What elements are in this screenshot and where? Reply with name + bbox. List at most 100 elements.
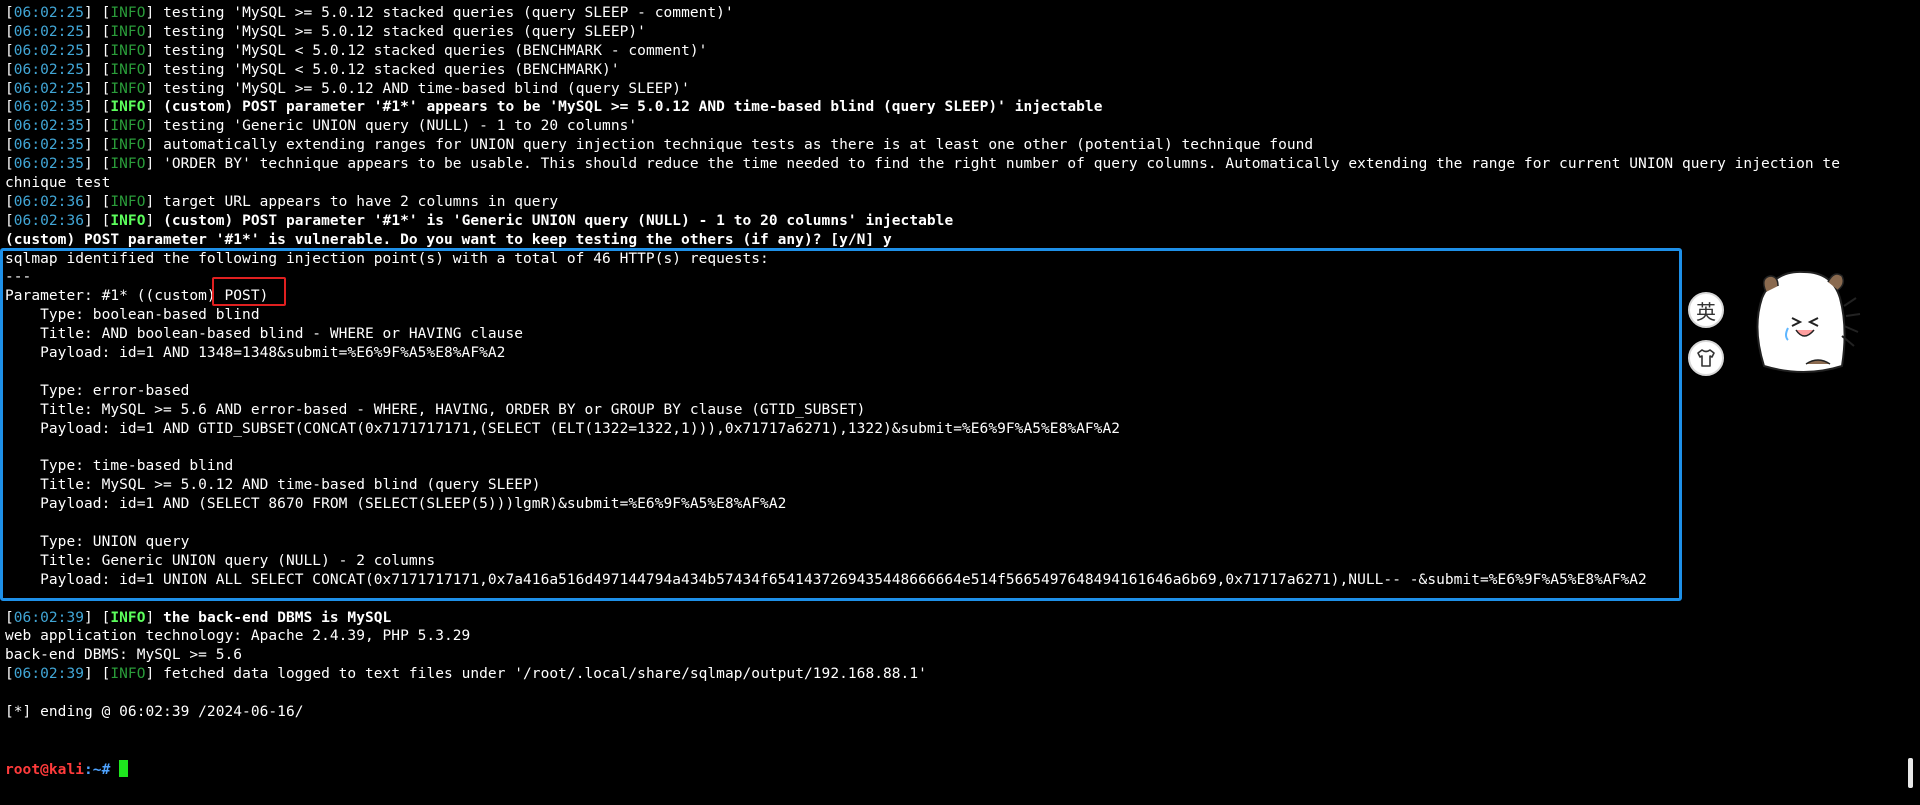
- log-timestamp: 06:02:36: [13, 193, 85, 210]
- terminal-line: sqlmap identified the following injectio…: [5, 250, 1895, 269]
- log-timestamp: 06:02:39: [13, 609, 85, 626]
- output-text: Payload: id=1 AND GTID_SUBSET(CONCAT(0x7…: [5, 420, 1121, 437]
- tshirt-icon: [1697, 349, 1715, 367]
- output-text: Title: MySQL >= 5.0.12 AND time-based bl…: [5, 477, 541, 494]
- terminal-line: [06:02:25] [INFO] testing 'MySQL < 5.0.1…: [5, 61, 620, 78]
- terminal-line: [06:02:36] [INFO] (custom) POST paramete…: [5, 212, 954, 229]
- log-message: testing 'MySQL < 5.0.12 stacked queries …: [163, 42, 708, 59]
- terminal-line: Type: error-based: [5, 382, 1895, 401]
- output-text: Payload: id=1 AND (SELECT 8670 FROM (SEL…: [5, 496, 787, 513]
- terminal-line: [06:02:35] [INFO] (custom) POST paramete…: [5, 99, 1103, 116]
- log-message: testing 'MySQL < 5.0.12 stacked queries …: [163, 61, 620, 78]
- log-message: testing 'MySQL >= 5.0.12 stacked queries…: [163, 5, 734, 21]
- terminal-line: web application technology: Apache 2.4.3…: [5, 627, 1895, 646]
- log-message: testing 'MySQL >= 5.0.12 AND time-based …: [163, 80, 690, 97]
- output-text: ---: [5, 269, 32, 286]
- output-text: back-end DBMS: MySQL >= 5.6: [5, 647, 243, 664]
- theme-button[interactable]: [1688, 340, 1724, 376]
- terminal-window[interactable]: [06:02:25] [INFO] testing 'MySQL >= 5.0.…: [0, 0, 1920, 805]
- terminal-line: Payload: id=1 AND 1348=1348&submit=%E6%9…: [5, 344, 1895, 363]
- terminal-line: ---: [5, 268, 1895, 287]
- log-message: target URL appears to have 2 columns in …: [163, 193, 559, 210]
- terminal-line: [06:02:39] [INFO] fetched data logged to…: [5, 666, 927, 683]
- output-text: Title: AND boolean-based blind - WHERE o…: [5, 326, 524, 343]
- terminal-line: [06:02:35] [INFO] automatically extendin…: [5, 137, 1314, 154]
- log-timestamp: 06:02:39: [13, 666, 85, 683]
- terminal-line: Type: UNION query: [5, 533, 1895, 552]
- terminal-line: [06:02:35] [INFO] 'ORDER BY' technique a…: [5, 156, 1840, 173]
- terminal-line: [06:02:25] [INFO] testing 'MySQL < 5.0.1…: [5, 42, 708, 59]
- log-timestamp: 06:02:25: [13, 5, 85, 21]
- terminal-line: ---: [5, 590, 1895, 609]
- output-text: sqlmap identified the following injectio…: [5, 250, 769, 267]
- log-timestamp: 06:02:25: [13, 23, 85, 40]
- output-text: (custom) POST parameter '#1*' is vulnera…: [5, 231, 892, 248]
- log-timestamp: 06:02:35: [13, 137, 85, 154]
- log-level: INFO: [110, 61, 146, 78]
- log-level: INFO: [110, 156, 146, 173]
- output-text: ---: [5, 590, 32, 607]
- shell-prompt-line: root@kali:~#: [5, 759, 1895, 779]
- log-message: 'ORDER BY' technique appears to be usabl…: [163, 156, 1840, 173]
- log-level: INFO: [110, 5, 146, 21]
- output-text: Payload: id=1 UNION ALL SELECT CONCAT(0x…: [5, 571, 1647, 588]
- output-text: Payload: id=1 AND 1348=1348&submit=%E6%9…: [5, 345, 506, 362]
- log-message: testing 'Generic UNION query (NULL) - 1 …: [163, 118, 638, 135]
- terminal-line: [06:02:25] [INFO] testing 'MySQL >= 5.0.…: [5, 80, 690, 97]
- output-text: Type: time-based blind: [5, 458, 234, 475]
- terminal-line: [06:02:25] [INFO] testing 'MySQL >= 5.0.…: [5, 23, 646, 40]
- output-text: web application technology: Apache 2.4.3…: [5, 628, 471, 645]
- log-message: (custom) POST parameter '#1*' appears to…: [163, 99, 1103, 116]
- terminal-line: [06:02:25] [INFO] testing 'MySQL >= 5.0.…: [5, 5, 734, 21]
- output-text: chnique test: [5, 175, 111, 192]
- log-timestamp: 06:02:35: [13, 99, 85, 116]
- terminal-line: [06:02:36] [INFO] target URL appears to …: [5, 193, 559, 210]
- log-message: (custom) POST parameter '#1*' is 'Generi…: [163, 212, 954, 229]
- log-level: INFO: [110, 212, 146, 229]
- terminal-line: Title: MySQL >= 5.0.12 AND time-based bl…: [5, 476, 1895, 495]
- log-level: INFO: [110, 118, 146, 135]
- terminal-line: [06:02:39] [INFO] the back-end DBMS is M…: [5, 609, 392, 626]
- log-level: INFO: [110, 42, 146, 59]
- terminal-output: [06:02:25] [INFO] testing 'MySQL >= 5.0.…: [5, 4, 1895, 779]
- log-timestamp: 06:02:25: [13, 61, 85, 78]
- terminal-line: Title: AND boolean-based blind - WHERE o…: [5, 325, 1895, 344]
- output-text: [*] ending @ 06:02:39 /2024-06-16/: [5, 703, 304, 720]
- log-timestamp: 06:02:36: [13, 212, 85, 229]
- output-text: Title: Generic UNION query (NULL) - 2 co…: [5, 552, 436, 569]
- log-level: INFO: [110, 23, 146, 40]
- log-level: INFO: [110, 609, 146, 626]
- log-timestamp: 06:02:35: [13, 156, 85, 173]
- log-level: INFO: [110, 193, 146, 210]
- log-timestamp: 06:02:35: [13, 118, 85, 135]
- terminal-line: back-end DBMS: MySQL >= 5.6: [5, 646, 1895, 665]
- log-level: INFO: [110, 99, 146, 116]
- log-message: testing 'MySQL >= 5.0.12 stacked queries…: [163, 23, 646, 40]
- language-toggle-button[interactable]: 英: [1688, 292, 1724, 328]
- terminal-line: Type: time-based blind: [5, 457, 1895, 476]
- terminal-line: Title: MySQL >= 5.6 AND error-based - WH…: [5, 401, 1895, 420]
- log-level: INFO: [110, 80, 146, 97]
- output-text: Parameter: #1* ((custom) POST): [5, 288, 269, 305]
- terminal-cursor[interactable]: [119, 759, 129, 777]
- terminal-line: Title: Generic UNION query (NULL) - 2 co…: [5, 552, 1895, 571]
- output-text: Type: UNION query: [5, 533, 190, 550]
- terminal-line: Payload: id=1 UNION ALL SELECT CONCAT(0x…: [5, 571, 1895, 590]
- vertical-scrollbar-thumb[interactable]: [1908, 758, 1913, 788]
- terminal-line: Payload: id=1 AND GTID_SUBSET(CONCAT(0x7…: [5, 420, 1895, 439]
- output-text: Title: MySQL >= 5.6 AND error-based - WH…: [5, 401, 866, 418]
- terminal-line: Parameter: #1* ((custom) POST): [5, 287, 1895, 306]
- prompt-user-host: root@kali: [5, 761, 85, 778]
- output-text: Type: boolean-based blind: [5, 307, 260, 324]
- log-timestamp: 06:02:25: [13, 42, 85, 59]
- terminal-line: [06:02:35] [INFO] testing 'Generic UNION…: [5, 118, 638, 135]
- terminal-line: Payload: id=1 AND (SELECT 8670 FROM (SEL…: [5, 495, 1895, 514]
- terminal-line: (custom) POST parameter '#1*' is vulnera…: [5, 231, 1895, 250]
- log-message: the back-end DBMS is MySQL: [163, 609, 392, 626]
- output-text: Type: error-based: [5, 382, 190, 399]
